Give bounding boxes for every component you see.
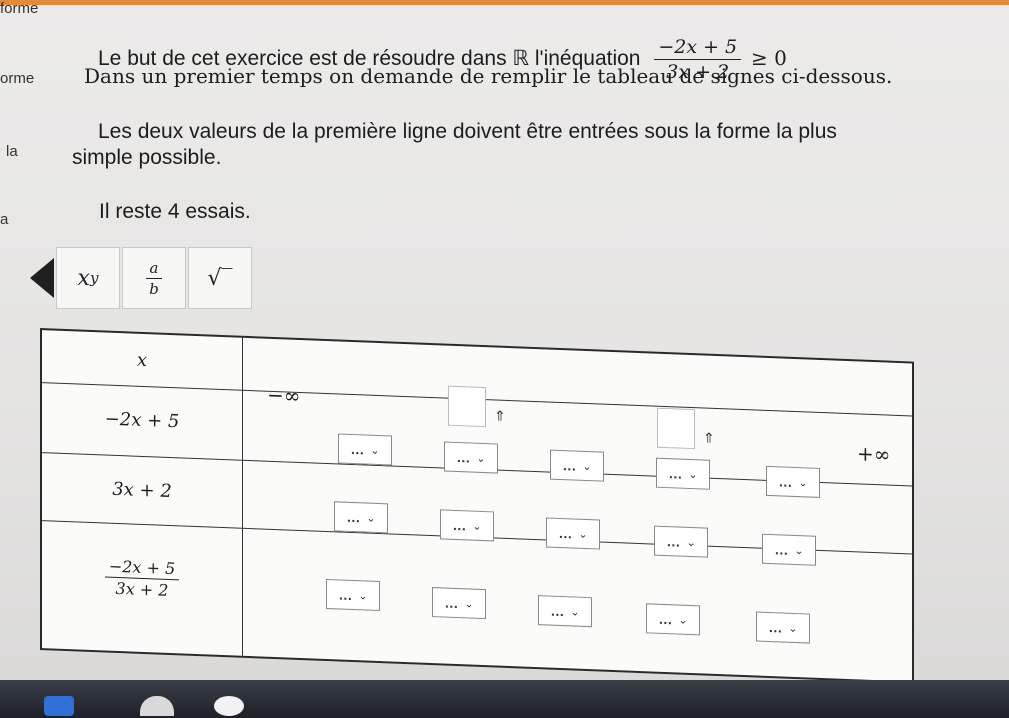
- edge-text: la: [6, 143, 18, 160]
- quotient-numerator: −2x + 5: [104, 556, 180, 581]
- sign-dropdown-r1-1[interactable]: … ⌄: [338, 433, 392, 466]
- instruction-line: Les deux valeurs de la première ligne do…: [98, 120, 837, 143]
- chevron-down-icon: ⌄: [370, 444, 380, 457]
- sign-dropdown-r3-5[interactable]: … ⌄: [756, 611, 810, 644]
- up-arrow-icon[interactable]: ⇑: [703, 429, 715, 446]
- sign-dropdown-r1-2[interactable]: … ⌄: [444, 441, 498, 474]
- sign-dropdown-r2-2[interactable]: … ⌄: [440, 509, 494, 542]
- top-accent-bar: [0, 0, 1009, 5]
- power-button[interactable]: xy: [56, 247, 120, 309]
- arrow-left-icon[interactable]: [30, 258, 54, 298]
- chevron-down-icon: ⌄: [798, 476, 808, 489]
- edge-text: a: [0, 211, 9, 228]
- fraction-icon: a b: [145, 259, 163, 298]
- sign-table: x −2x + 5 3x + 2 −2x + 5 3x + 2 −∞ +∞ ⇑ …: [40, 328, 914, 684]
- minus-infinity: −∞: [267, 382, 301, 409]
- attempts-remaining: Il reste 4 essais.: [99, 200, 251, 223]
- fraction-icon-num: a: [145, 259, 163, 279]
- sign-dropdown-r3-3[interactable]: … ⌄: [538, 595, 592, 628]
- value-input-1[interactable]: [448, 385, 486, 428]
- sign-dropdown-r1-4[interactable]: … ⌄: [656, 457, 710, 490]
- dropdown-value: …: [778, 473, 794, 490]
- dropdown-value: …: [444, 594, 460, 612]
- power-label: x: [77, 265, 90, 291]
- value-input-2[interactable]: [657, 407, 695, 450]
- sqrt-button[interactable]: √‾: [188, 247, 252, 309]
- dropdown-value: …: [658, 610, 674, 628]
- math-toolbar: xy a b √‾: [56, 247, 254, 311]
- dropdown-value: …: [350, 440, 366, 458]
- chevron-down-icon: ⌄: [788, 622, 798, 635]
- plus-infinity: +∞: [857, 441, 891, 467]
- sign-dropdown-r2-1[interactable]: … ⌄: [334, 501, 388, 534]
- dropdown-value: …: [456, 448, 472, 466]
- instruction-line: Dans un premier temps on demande de remp…: [84, 64, 893, 88]
- dropdown-value: …: [774, 541, 790, 558]
- dropdown-value: …: [346, 508, 362, 526]
- dropdown-value: …: [550, 602, 566, 620]
- sqrt-icon: √‾: [207, 265, 233, 291]
- dropdown-value: …: [338, 586, 354, 604]
- app-icon[interactable]: [44, 696, 74, 716]
- dropdown-value: …: [666, 533, 682, 550]
- sign-dropdown-r1-3[interactable]: … ⌄: [550, 449, 604, 482]
- chevron-down-icon: ⌄: [570, 605, 580, 619]
- dropdown-value: …: [558, 524, 574, 542]
- fraction-icon-den: b: [149, 279, 159, 298]
- chevron-down-icon: ⌄: [678, 614, 688, 627]
- chevron-down-icon: ⌄: [582, 460, 592, 473]
- dropdown-value: …: [768, 618, 784, 636]
- chevron-down-icon: ⌄: [366, 512, 376, 525]
- sign-dropdown-r1-5[interactable]: … ⌄: [766, 465, 820, 498]
- sign-dropdown-r3-4[interactable]: … ⌄: [646, 603, 700, 636]
- chevron-down-icon: ⌄: [578, 528, 588, 541]
- fraction-button[interactable]: a b: [122, 247, 186, 309]
- dropdown-value: …: [562, 457, 578, 474]
- up-arrow-icon[interactable]: ⇑: [494, 407, 506, 424]
- dropdown-value: …: [452, 516, 468, 534]
- row-label-quotient: −2x + 5 3x + 2: [42, 554, 242, 603]
- instruction-line: simple possible.: [72, 146, 222, 169]
- edge-text: orme: [0, 70, 35, 87]
- fraction-numerator: −2x + 5: [654, 36, 742, 60]
- dropdown-value: …: [668, 465, 684, 482]
- chevron-down-icon: ⌄: [688, 468, 698, 481]
- chevron-down-icon: ⌄: [476, 452, 486, 465]
- app-icon[interactable]: [214, 696, 244, 716]
- chevron-down-icon: ⌄: [472, 520, 482, 533]
- power-superscript: y: [89, 269, 99, 287]
- chevron-down-icon: ⌄: [358, 589, 368, 603]
- quotient-fraction: −2x + 5 3x + 2: [104, 556, 180, 600]
- chevron-down-icon: ⌄: [464, 597, 474, 611]
- chevron-down-icon: ⌄: [794, 544, 804, 557]
- edge-text: forme: [0, 0, 39, 17]
- sign-dropdown-r2-4[interactable]: … ⌄: [654, 525, 708, 558]
- quotient-denominator: 3x + 2: [115, 578, 169, 600]
- sign-dropdown-r2-3[interactable]: … ⌄: [546, 517, 600, 550]
- sign-dropdown-r3-1[interactable]: … ⌄: [326, 578, 380, 612]
- sign-dropdown-r2-5[interactable]: … ⌄: [762, 533, 816, 566]
- sign-dropdown-r3-2[interactable]: … ⌄: [432, 587, 486, 620]
- chevron-down-icon: ⌄: [686, 536, 696, 549]
